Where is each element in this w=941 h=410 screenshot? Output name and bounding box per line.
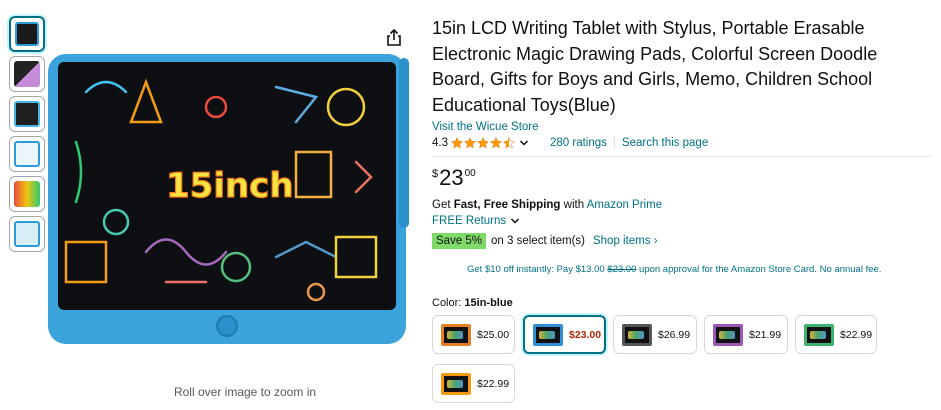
color-label-prefix: Color: (432, 297, 465, 309)
half-star-icon (503, 137, 515, 149)
star-icon (477, 137, 489, 149)
returns-label: FREE Returns (432, 215, 507, 227)
star-icon (490, 137, 502, 149)
returns-link[interactable]: FREE Returns (432, 215, 521, 227)
chevron-down-icon[interactable] (518, 137, 530, 149)
product-image[interactable]: 15inch (46, 52, 416, 346)
shipping-prefix: Get (432, 199, 454, 211)
save-badge: Save 5% (432, 233, 487, 249)
prime-link[interactable]: Amazon Prime (587, 199, 662, 211)
swatch-price: $23.00 (569, 328, 602, 341)
color-value: 15in-blue (464, 297, 513, 309)
swatch-price: $26.99 (658, 328, 691, 341)
shipping-with: with (560, 199, 587, 211)
product-title: 15in LCD Writing Tablet with Stylus, Por… (432, 18, 878, 115)
swatch-option[interactable]: $26.99 (613, 315, 697, 354)
swatch-option-selected[interactable]: $23.00 (523, 315, 606, 354)
swatch-price: $22.99 (477, 377, 510, 390)
swatch-price: $25.00 (477, 328, 510, 341)
swatch-option[interactable]: $22.99 (432, 364, 515, 403)
promo-row: Save 5% on 3 select item(s) Shop items › (432, 233, 658, 249)
shipping-bold: Fast, Free Shipping (453, 199, 561, 211)
thumbnail-5[interactable] (9, 176, 45, 212)
store-link[interactable]: Visit the Wicue Store (432, 121, 932, 133)
chevron-down-icon (511, 218, 520, 224)
swatch-doodle (447, 330, 463, 339)
shop-items-link[interactable]: Shop items › (593, 235, 658, 247)
color-label: Color: 15in-blue (432, 297, 513, 309)
store-card-offer[interactable]: Get $10 off instantly: Pay $13.00 $23.00… (467, 264, 881, 275)
image-caption-text: 15inch (166, 166, 294, 206)
price-fraction: 00 (464, 168, 476, 179)
swatch-doodle (719, 330, 735, 339)
swatch-option[interactable]: $22.99 (795, 315, 877, 354)
share-icon[interactable] (384, 28, 404, 48)
swatch-thumbnail (622, 323, 652, 346)
separator: | (612, 137, 616, 149)
shipping-info: Get Fast, Free Shipping with Amazon Prim… (432, 199, 662, 211)
thumbnail-6[interactable] (9, 216, 45, 252)
rating-value: 4.3 (432, 137, 448, 149)
swatch-option[interactable]: $21.99 (704, 315, 788, 354)
card-offer-after: upon approval for the Amazon Store Card.… (636, 264, 882, 275)
product-info: 15in LCD Writing Tablet with Stylus, Por… (432, 16, 932, 151)
swatch-doodle (539, 330, 555, 339)
zoom-hint: Roll over image to zoom in (173, 385, 317, 399)
thumbnail-strip (9, 16, 49, 256)
ratings-count-link[interactable]: 280 ratings (550, 137, 607, 149)
star-rating[interactable] (451, 137, 516, 149)
promo-text: on 3 select item(s) (491, 235, 585, 247)
thumbnail-4[interactable] (9, 136, 45, 172)
divider (432, 156, 932, 157)
swatch-thumbnail (713, 323, 743, 346)
star-icon (464, 137, 476, 149)
price-symbol: $ (432, 168, 439, 180)
swatch-thumbnail (441, 323, 471, 346)
swatch-option[interactable]: $25.00 (432, 315, 515, 354)
card-offer-strike: $23.00 (607, 264, 637, 275)
swatch-thumbnail (804, 323, 834, 346)
swatch-doodle (447, 379, 463, 388)
price-whole: 23 (439, 165, 464, 190)
swatch-price: $21.99 (749, 328, 782, 341)
star-icon (451, 137, 463, 149)
thumbnail-1[interactable] (9, 16, 45, 52)
swatch-thumbnail (441, 372, 471, 395)
card-offer-before: Get $10 off instantly: Pay $13.00 (467, 264, 608, 275)
swatch-doodle (628, 330, 644, 339)
search-page-link[interactable]: Search this page (622, 137, 708, 149)
rating-row: 4.3 280 ratings | Search this page (432, 135, 932, 151)
swatch-price: $22.99 (840, 328, 873, 341)
thumbnail-2[interactable] (9, 56, 45, 92)
price: $ 23 00 (432, 166, 476, 190)
thumbnail-3[interactable] (9, 96, 45, 132)
swatch-doodle (810, 330, 826, 339)
swatch-thumbnail (533, 323, 563, 346)
